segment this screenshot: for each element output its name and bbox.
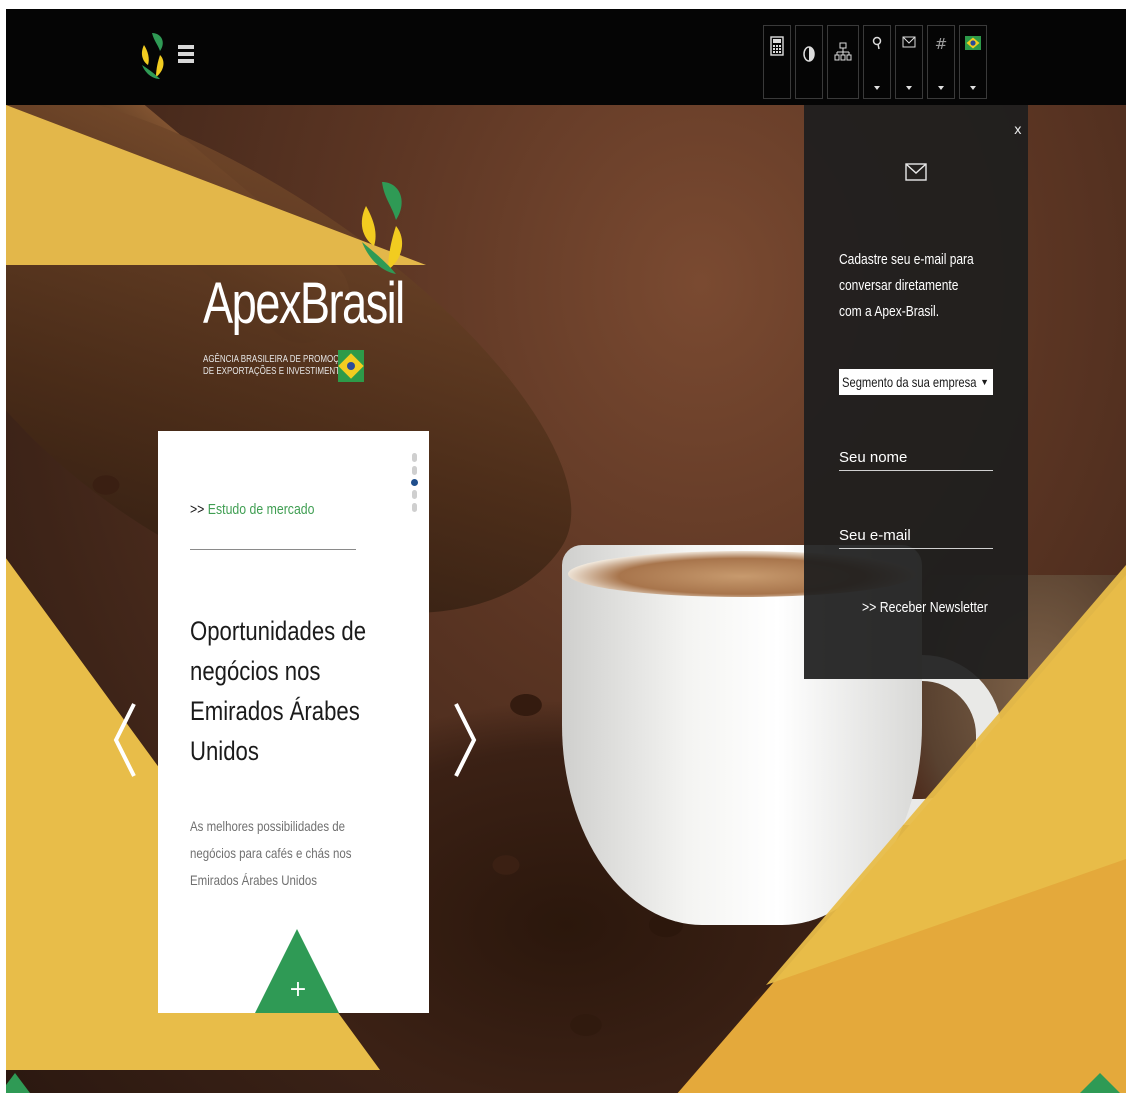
segment-select-value: Segmento da sua empresa (842, 374, 977, 390)
card-category-prefix: >> (190, 501, 205, 518)
chevron-down-icon (906, 86, 912, 90)
header-tools: # (763, 25, 987, 99)
carousel-card: >> Estudo de mercado Oportunidades de ne… (158, 431, 429, 1013)
apex-brasil-logo-icon (361, 182, 403, 274)
green-corner-left (6, 1073, 30, 1093)
brand-subtitle: Agência Brasileira de Promoção de Export… (203, 354, 351, 378)
segment-select[interactable]: Segmento da sua empresa ▼ (839, 369, 993, 395)
mail-icon (902, 36, 916, 48)
carousel-prev-button[interactable] (110, 700, 140, 780)
card-title[interactable]: Oportunidades de negócios nos Emirados Á… (190, 611, 379, 771)
carousel-dot[interactable] (412, 453, 417, 462)
carousel-dot[interactable] (412, 466, 417, 475)
chevron-down-icon: ▼ (980, 377, 989, 387)
chevron-down-icon (970, 86, 976, 90)
search-icon (872, 36, 882, 50)
card-description: As melhores possibilidades de negócios p… (190, 818, 352, 888)
chevron-down-icon (874, 86, 880, 90)
sitemap-icon (834, 42, 852, 61)
search-button[interactable] (863, 25, 891, 99)
brand-subtitle-line2: de Exportações e Investimentos (203, 366, 352, 377)
newsletter-text: Cadastre seu e-mail para conversar diret… (839, 251, 974, 320)
carousel-next-button[interactable] (450, 700, 480, 780)
hashtag-button[interactable]: # (927, 25, 955, 99)
email-input[interactable] (839, 523, 993, 549)
plus-icon: + (288, 977, 308, 1002)
contrast-button[interactable] (795, 25, 823, 99)
apex-logo-icon[interactable] (138, 31, 168, 81)
page: # ApexBrasil Agência Brasileira de Promo… (0, 0, 1126, 1093)
newsletter-panel: x Cadastre seu e-mail para conversar dir… (804, 105, 1028, 679)
card-category-link[interactable]: Estudo de mercado (208, 501, 315, 518)
brand-name: ApexBrasil (203, 271, 405, 336)
hamburger-menu-icon[interactable] (178, 45, 194, 67)
calculator-icon (770, 36, 784, 56)
newsletter-button[interactable] (895, 25, 923, 99)
hashtag-icon: # (934, 35, 948, 53)
chevron-down-icon (938, 86, 944, 90)
contrast-icon (803, 46, 815, 62)
carousel-dot-active[interactable] (411, 479, 418, 486)
close-button[interactable]: x (1014, 123, 1022, 138)
carousel-dot[interactable] (412, 503, 417, 512)
chevron-right-icon (454, 703, 477, 777)
calculator-button[interactable] (763, 25, 791, 99)
language-button[interactable] (959, 25, 987, 99)
card-category[interactable]: >> Estudo de mercado (190, 501, 314, 518)
chevron-left-icon (113, 703, 136, 777)
name-input[interactable] (839, 445, 993, 471)
mail-icon (905, 163, 927, 181)
brazil-flag-icon (338, 350, 364, 382)
sitemap-button[interactable] (827, 25, 859, 99)
brand-subtitle-line1: Agência Brasileira de Promoção (203, 354, 351, 365)
carousel-dot[interactable] (412, 490, 417, 499)
card-divider (190, 549, 356, 550)
carousel-dots (411, 453, 418, 512)
subscribe-newsletter-button[interactable]: >> Receber Newsletter (862, 599, 988, 616)
brazil-flag-icon (965, 36, 981, 50)
top-bar: # (6, 9, 1126, 105)
